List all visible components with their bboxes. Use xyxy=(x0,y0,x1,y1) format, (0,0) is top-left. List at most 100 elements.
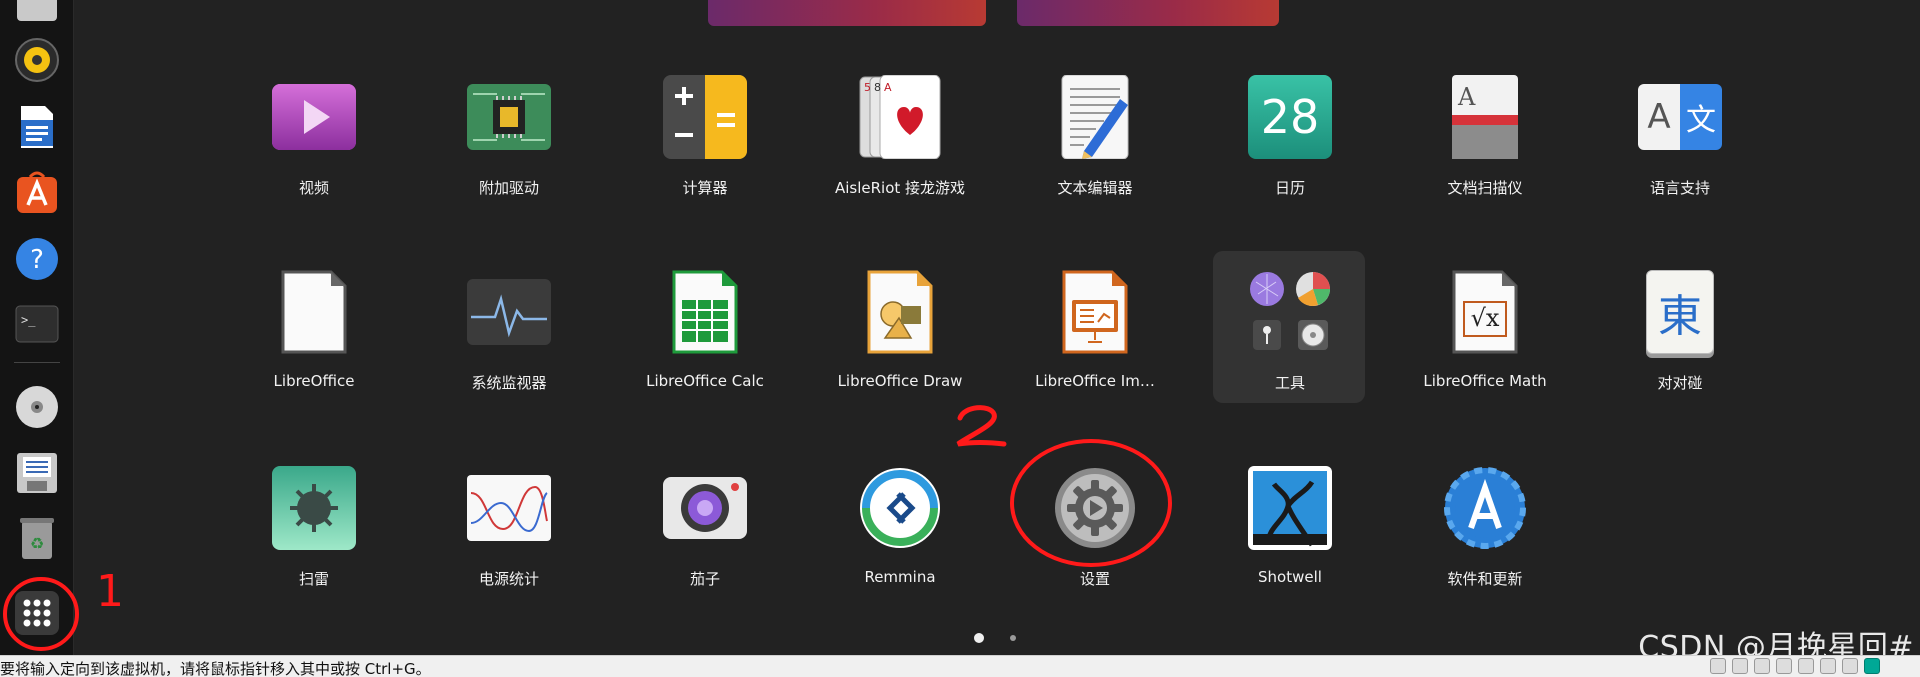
cards-icon: 58A xyxy=(859,75,941,159)
svg-text:8: 8 xyxy=(874,81,881,94)
cd-icon[interactable] xyxy=(1732,658,1748,674)
app-label: 附加驱动 xyxy=(478,179,539,197)
app-mahjongg[interactable]: 東 对对碰 xyxy=(1595,270,1765,440)
app-calendar[interactable]: 28 日历 xyxy=(1205,75,1375,245)
files-icon xyxy=(17,0,57,21)
usb-icon[interactable] xyxy=(1776,658,1792,674)
app-mines[interactable]: 扫雷 xyxy=(229,466,399,636)
app-libreoffice-calc[interactable]: LibreOffice Calc xyxy=(620,270,790,440)
math-icon: √x xyxy=(1450,270,1520,354)
hdd-icon[interactable] xyxy=(1710,658,1726,674)
display-icon[interactable] xyxy=(1820,658,1836,674)
calc-icon xyxy=(672,270,738,354)
libreoffice-icon xyxy=(281,270,347,354)
app-additional-drivers[interactable]: 附加驱动 xyxy=(424,75,594,245)
math-glyph: √x xyxy=(1470,304,1500,332)
folder-icon xyxy=(1250,272,1330,350)
workspace-thumbnail-2[interactable] xyxy=(1017,0,1279,26)
language-icon: A文 xyxy=(1638,84,1722,150)
app-label: 视频 xyxy=(298,179,329,197)
app-center-icon xyxy=(17,171,57,213)
app-label: 日历 xyxy=(1274,179,1305,197)
app-label: LibreOffice Calc xyxy=(646,372,764,390)
app-text-editor[interactable]: 文本编辑器 xyxy=(1010,75,1180,245)
printer-icon[interactable] xyxy=(1842,658,1858,674)
app-power-statistics[interactable]: 电源统计 xyxy=(424,466,594,636)
dock-separator xyxy=(14,362,60,363)
calendar-day: 28 xyxy=(1260,90,1320,144)
app-aisleriot[interactable]: 58A AisleRiot 接龙游戏 xyxy=(815,75,985,245)
writer-icon xyxy=(21,106,53,148)
dock-files[interactable] xyxy=(12,0,62,30)
status-message: 要将输入定向到该虚拟机，请将鼠标指针移入其中或按 Ctrl+G。 xyxy=(0,660,431,677)
app-label: 文档扫描仪 xyxy=(1447,179,1523,197)
dock-disc[interactable] xyxy=(12,382,62,432)
dock-trash[interactable]: ♻ xyxy=(12,513,62,563)
audio-icon[interactable] xyxy=(1798,658,1814,674)
shotwell-icon xyxy=(1248,466,1332,550)
dock-floppy[interactable] xyxy=(12,448,62,498)
app-label: 电源统计 xyxy=(478,570,539,588)
dock-app-center[interactable] xyxy=(12,167,62,217)
impress-icon xyxy=(1062,270,1128,354)
app-label: 设置 xyxy=(1079,570,1110,588)
annotation-number-2 xyxy=(956,405,1007,447)
app-remmina[interactable]: Remmina xyxy=(815,466,985,636)
app-label: 工具 xyxy=(1274,374,1305,392)
trash-icon: ♻ xyxy=(20,518,54,559)
app-label: 计算器 xyxy=(682,179,728,197)
video-icon xyxy=(272,84,356,150)
status-icon[interactable] xyxy=(1864,658,1880,674)
terminal-icon: >_ xyxy=(15,305,59,343)
app-document-scanner[interactable]: A 文档扫描仪 xyxy=(1400,75,1570,245)
power-stats-icon xyxy=(467,475,551,541)
annotation-circle-2 xyxy=(1010,439,1172,567)
app-system-monitor[interactable]: 系统监视器 xyxy=(424,270,594,440)
page-dot-inactive[interactable] xyxy=(1010,635,1016,641)
app-libreoffice-impress[interactable]: LibreOffice Im… xyxy=(1010,270,1180,440)
app-cheese[interactable]: 茄子 xyxy=(620,466,790,636)
camera-icon xyxy=(663,477,747,539)
text-editor-icon xyxy=(1061,75,1129,159)
app-label: AisleRiot 接龙游戏 xyxy=(834,179,966,197)
network-icon[interactable] xyxy=(1754,658,1770,674)
language-glyph-a: A xyxy=(1638,84,1680,150)
app-libreoffice[interactable]: LibreOffice xyxy=(229,270,399,440)
app-label: Shotwell xyxy=(1258,568,1322,586)
annotation-number-1: 1 xyxy=(96,566,124,617)
app-libreoffice-math[interactable]: √x LibreOffice Math xyxy=(1400,270,1570,440)
app-label: 软件和更新 xyxy=(1447,570,1523,588)
system-monitor-icon xyxy=(467,279,551,345)
app-label: Remmina xyxy=(864,568,936,586)
svg-text:>_: >_ xyxy=(21,313,36,327)
dock-writer[interactable] xyxy=(12,102,62,152)
app-videos[interactable]: 视频 xyxy=(229,75,399,245)
app-label: 语言支持 xyxy=(1649,179,1710,197)
app-software-updates[interactable]: 软件和更新 xyxy=(1400,466,1570,636)
app-shotwell[interactable]: Shotwell xyxy=(1205,466,1375,636)
app-label: LibreOffice Im… xyxy=(1035,372,1155,390)
page-dot-active[interactable] xyxy=(974,633,984,643)
app-label: 系统监视器 xyxy=(471,374,547,392)
rhythmbox-icon xyxy=(15,38,59,82)
workspace-thumbnail-1[interactable] xyxy=(708,0,986,26)
dock-help[interactable]: ? xyxy=(12,234,62,284)
remmina-icon xyxy=(860,468,940,548)
app-folder-tools[interactable]: 工具 xyxy=(1205,270,1375,440)
help-icon: ? xyxy=(16,238,58,280)
vm-status-bar: 要将输入定向到该虚拟机，请将鼠标指针移入其中或按 Ctrl+G。 xyxy=(0,655,1920,677)
app-label: 文本编辑器 xyxy=(1057,179,1133,197)
app-language-support[interactable]: A文 语言支持 xyxy=(1595,75,1765,245)
scanner-icon: A xyxy=(1452,75,1518,159)
app-calculator[interactable]: 计算器 xyxy=(620,75,790,245)
mahjong-icon: 東 xyxy=(1646,270,1714,354)
dock: ? >_ ♻ xyxy=(0,0,74,655)
app-label: 茄子 xyxy=(689,570,720,588)
software-updates-icon xyxy=(1444,467,1526,549)
language-glyph-b: 文 xyxy=(1680,84,1722,150)
dock-terminal[interactable]: >_ xyxy=(12,299,62,349)
mahjong-glyph: 東 xyxy=(1658,291,1702,342)
dock-rhythmbox[interactable] xyxy=(12,35,62,85)
calculator-icon xyxy=(663,75,747,159)
app-label: LibreOffice Draw xyxy=(837,372,963,390)
